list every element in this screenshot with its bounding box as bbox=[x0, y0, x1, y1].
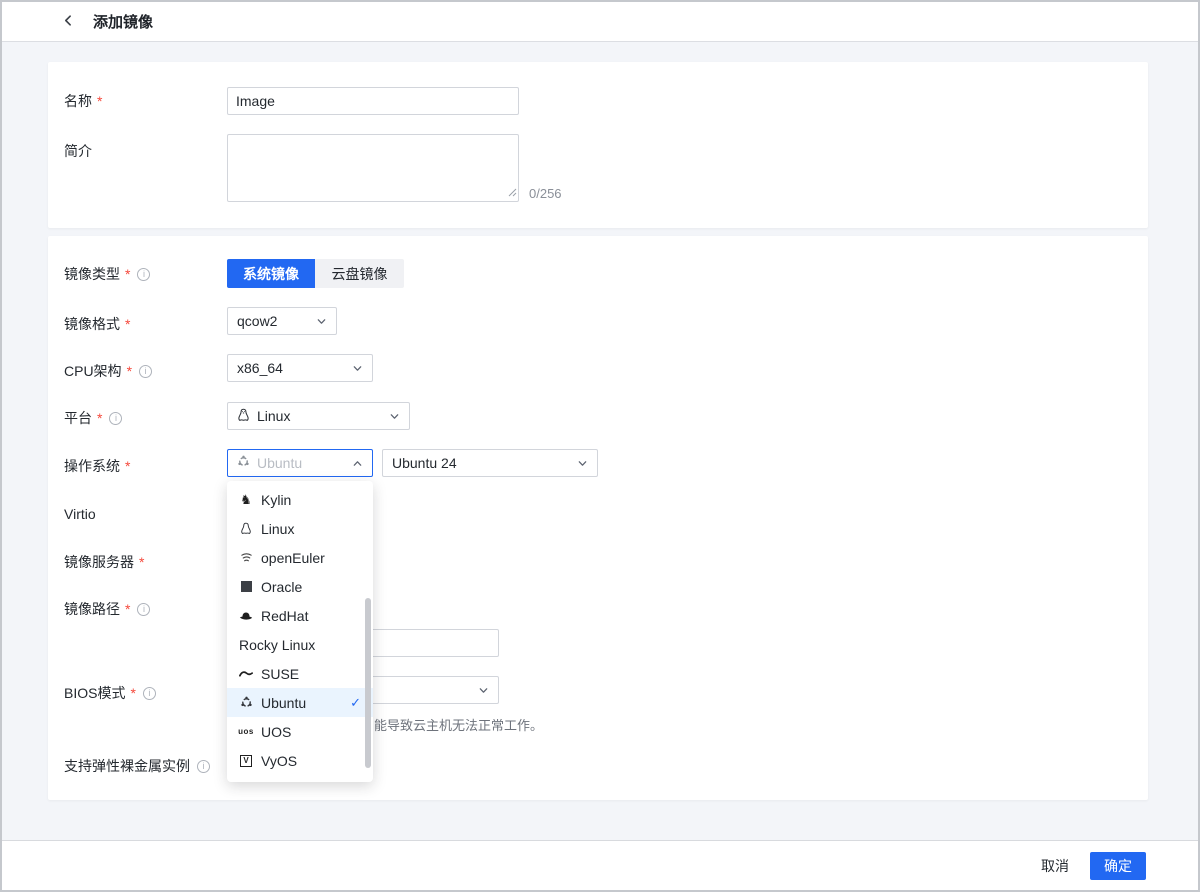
chevron-down-icon bbox=[316, 316, 327, 327]
os-option-kylin[interactable]: ♞ Kylin bbox=[227, 485, 373, 514]
os-option-openeuler[interactable]: openEuler bbox=[227, 543, 373, 572]
info-icon[interactable]: i bbox=[139, 365, 152, 378]
image-server-label: 镜像服务器* bbox=[64, 552, 144, 572]
add-image-page: 添加镜像 名称* 简介 0/256 镜像类型* i 系统镜像 云盘镜像 镜像格式… bbox=[0, 0, 1200, 892]
os-option-rocky[interactable]: Rocky Linux bbox=[227, 630, 373, 659]
info-icon[interactable]: i bbox=[197, 760, 210, 773]
platform-select[interactable]: Linux bbox=[227, 402, 410, 430]
ubuntu-icon bbox=[237, 455, 250, 471]
ubuntu-icon bbox=[239, 696, 253, 709]
image-format-label: 镜像格式* bbox=[64, 314, 130, 334]
cpu-arch-label: CPU架构* i bbox=[64, 361, 152, 381]
description-field-wrap bbox=[227, 134, 519, 202]
os-option-vyos[interactable]: V VyOS bbox=[227, 746, 373, 775]
image-type-segment: 系统镜像 云盘镜像 bbox=[227, 259, 404, 288]
back-button[interactable] bbox=[60, 12, 77, 32]
os-dropdown-panel: ♞ Kylin Linux openEuler Oracle bbox=[227, 481, 373, 782]
oracle-icon bbox=[239, 581, 253, 592]
os-option-suse[interactable]: SUSE bbox=[227, 659, 373, 688]
image-config-card: 镜像类型* i 系统镜像 云盘镜像 镜像格式* qcow2 CPU架构* i x… bbox=[48, 236, 1148, 800]
required-mark: * bbox=[97, 91, 102, 111]
char-counter: 0/256 bbox=[529, 186, 562, 201]
os-select[interactable]: Ubuntu bbox=[227, 449, 373, 477]
description-textarea[interactable] bbox=[227, 134, 519, 202]
os-option-oracle[interactable]: Oracle bbox=[227, 572, 373, 601]
info-icon[interactable]: i bbox=[143, 687, 156, 700]
description-label: 简介 bbox=[64, 141, 92, 161]
chevron-down-icon bbox=[352, 363, 363, 374]
chevron-down-icon bbox=[577, 458, 588, 469]
confirm-button[interactable]: 确定 bbox=[1090, 852, 1146, 880]
uos-icon: uos bbox=[239, 727, 253, 736]
image-format-select[interactable]: qcow2 bbox=[227, 307, 337, 335]
os-option-ubuntu[interactable]: Ubuntu ✓ bbox=[227, 688, 373, 717]
redhat-icon bbox=[239, 611, 253, 621]
linux-penguin-icon bbox=[239, 522, 253, 535]
image-type-label: 镜像类型* i bbox=[64, 264, 150, 284]
name-label: 名称* bbox=[64, 91, 102, 111]
chevron-down-icon bbox=[478, 685, 489, 696]
openeuler-icon bbox=[239, 551, 253, 564]
disk-image-tab[interactable]: 云盘镜像 bbox=[315, 259, 404, 288]
virtio-label: Virtio bbox=[64, 504, 96, 524]
platform-label: 平台* i bbox=[64, 408, 122, 428]
system-image-tab[interactable]: 系统镜像 bbox=[227, 259, 315, 288]
os-version-select[interactable]: Ubuntu 24 bbox=[382, 449, 598, 477]
vyos-icon: V bbox=[239, 755, 253, 767]
info-icon[interactable]: i bbox=[109, 412, 122, 425]
os-option-linux[interactable]: Linux bbox=[227, 514, 373, 543]
info-icon[interactable]: i bbox=[137, 603, 150, 616]
cpu-arch-select[interactable]: x86_64 bbox=[227, 354, 373, 382]
cancel-button[interactable]: 取消 bbox=[1041, 856, 1069, 876]
linux-penguin-icon bbox=[237, 408, 250, 425]
name-input[interactable] bbox=[227, 87, 519, 115]
footer-bar: 取消 确定 bbox=[2, 840, 1198, 890]
os-option-redhat[interactable]: RedHat bbox=[227, 601, 373, 630]
bios-helper-text: 能导致云主机无法正常工作。 bbox=[374, 715, 543, 734]
chevron-up-icon bbox=[352, 458, 363, 469]
image-path-label: 镜像路径* i bbox=[64, 599, 150, 619]
os-label: 操作系统* bbox=[64, 456, 130, 476]
page-header: 添加镜像 bbox=[2, 2, 1198, 42]
chevron-left-icon bbox=[62, 14, 75, 30]
chevron-down-icon bbox=[389, 411, 400, 422]
os-option-uos[interactable]: uos UOS bbox=[227, 717, 373, 746]
dropdown-scrollbar[interactable] bbox=[365, 598, 371, 768]
check-icon: ✓ bbox=[350, 695, 361, 711]
suse-icon bbox=[239, 670, 253, 678]
bare-metal-label: 支持弹性裸金属实例 i bbox=[64, 756, 210, 776]
info-icon[interactable]: i bbox=[137, 268, 150, 281]
basic-info-card: 名称* 简介 0/256 bbox=[48, 62, 1148, 228]
kylin-icon: ♞ bbox=[239, 493, 253, 506]
page-title: 添加镜像 bbox=[93, 11, 153, 32]
bios-mode-label: BIOS模式* i bbox=[64, 683, 156, 703]
